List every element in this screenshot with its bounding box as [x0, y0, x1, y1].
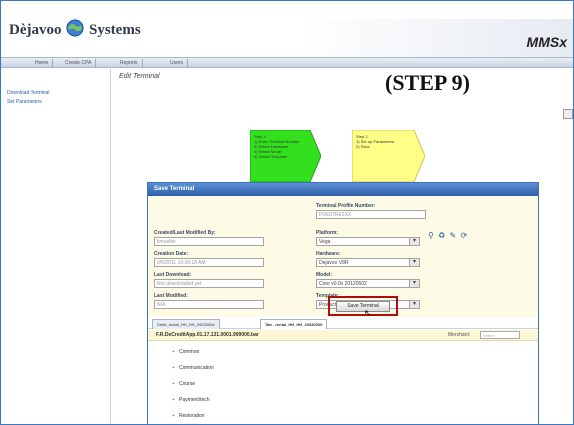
tree-item-label: Payment/tech — [179, 397, 210, 403]
last-download-input[interactable]: Not downloaded yet — [154, 279, 264, 288]
search-icon[interactable]: ⚲ — [428, 231, 435, 240]
sidebar-link-download[interactable]: Download Terminal — [7, 90, 110, 96]
tree-item-restoration[interactable]: + Restoration — [172, 413, 205, 419]
hardware-label: Hardware: — [316, 251, 341, 257]
model-select[interactable]: Core v0.0x 20120502 — [316, 279, 420, 288]
delete-icon[interactable]: ♻ — [438, 231, 446, 240]
tree-item-label: Communication — [179, 365, 214, 371]
nav-item-home[interactable]: Home — [31, 59, 54, 68]
creation-date-input[interactable]: 9/6/2011 10:30:18 AM — [154, 258, 264, 267]
wizard-step-2-text: Step 2 1) Set up Parameters 2) Save — [356, 134, 394, 149]
last-modified-field: Last Modified: N/A — [154, 293, 264, 309]
globe-icon — [66, 19, 84, 37]
tab-tab-rental[interactable]: Tab - rental_HH_HH_20030005 — [260, 319, 328, 329]
expand-icon[interactable]: + — [172, 397, 179, 403]
refresh-icon[interactable]: ⟳ — [460, 231, 468, 240]
nav-item-users[interactable]: Users — [166, 59, 189, 68]
edit-icon[interactable]: ✎ — [450, 231, 458, 240]
wizard-step-1-text: Step 1 1) Enter Terminal Number 2) Selec… — [254, 134, 300, 159]
terminal-number-input[interactable]: PDE07RE2XX — [316, 210, 426, 219]
tree-item-common[interactable]: + Common — [172, 349, 199, 355]
model-field: Model: Core v0.0x 20120502 — [316, 272, 420, 288]
hardware-field: Hardware: Dejavoo V8R — [316, 251, 420, 267]
step-annotation: (STEP 9) — [385, 70, 470, 95]
expand-icon[interactable]: + — [172, 381, 179, 387]
brand-label: MMSx — [526, 34, 567, 50]
created-by-field: Created/Last Modified By: kmueller — [154, 230, 264, 246]
expand-icon[interactable]: + — [172, 413, 179, 419]
file-tabs: Debit_rental_HH_HH_20030004 Tab - rental… — [148, 317, 538, 329]
platform-field: Platform: Vega — [316, 230, 420, 246]
tree-item-label: Restoration — [179, 413, 205, 419]
tab-debit-rental[interactable]: Debit_rental_HH_HH_20030004 — [152, 319, 220, 329]
merchant-label: Merchant: — [448, 332, 471, 338]
terminal-number-label: Terminal Profile Number: — [316, 203, 376, 209]
tree-item-payment[interactable]: + Payment/tech — [172, 397, 210, 403]
terminal-actions: ⚲ ♻ ✎ ⟳ — [428, 231, 468, 240]
save-terminal-panel: Save Terminal Terminal Profile Number: P… — [147, 182, 539, 424]
model-label: Model: — [316, 272, 333, 278]
wizard-step-1-line4: 4) Select Template — [254, 154, 288, 159]
wizard-step-2: Step 2 1) Set up Parameters 2) Save — [351, 129, 426, 183]
save-terminal-button[interactable]: Save Terminal — [336, 301, 390, 312]
page-title: Edit Terminal — [119, 73, 160, 80]
app-header: Dèjavoo Systems MMSx — [1, 1, 573, 57]
tree-item-course[interactable]: + Course — [172, 381, 195, 387]
last-download-field: Last Download: Not downloaded yet — [154, 272, 264, 288]
creation-date-label: Creation Date: — [154, 251, 189, 257]
file-row: F.R.DeCreditApp.01.17.131.0001.999000.ba… — [148, 330, 538, 341]
sidebar-link-parameters[interactable]: Set Parameters — [7, 99, 110, 105]
tree-item-communication[interactable]: + Communication — [172, 365, 214, 371]
logo-text-left: Dèjavoo — [9, 22, 62, 38]
expand-icon[interactable]: + — [172, 349, 179, 355]
creation-date-field: Creation Date: 9/6/2011 10:30:18 AM — [154, 251, 264, 267]
panel-title: Save Terminal — [148, 183, 538, 196]
file-name: F.R.DeCreditApp.01.17.131.0001.999000.ba… — [156, 332, 259, 338]
nav-item-reports[interactable]: Reports — [116, 59, 143, 68]
terminal-number-field: Terminal Profile Number: PDE07RE2XX — [316, 203, 426, 219]
logo-text-right: Systems — [89, 22, 141, 38]
platform-select[interactable]: Vega — [316, 237, 420, 246]
platform-label: Platform: — [316, 230, 338, 236]
top-nav: Home Create CPA Reports Users — [1, 57, 573, 68]
merchant-select[interactable]: Select — [480, 331, 520, 339]
sidebar: Download Terminal Set Parameters — [1, 69, 111, 424]
tree-item-label: Course — [179, 381, 196, 387]
app-window: Dèjavoo Systems MMSx Home Create CPA Rep… — [0, 0, 574, 425]
edge-button[interactable] — [563, 109, 573, 119]
created-by-label: Created/Last Modified By: — [154, 230, 216, 236]
last-modified-label: Last Modified: — [154, 293, 188, 299]
nav-item-create[interactable]: Create CPA — [61, 59, 97, 68]
wizard-step-1: Step 1 1) Enter Terminal Number 2) Selec… — [249, 129, 322, 183]
last-download-label: Last Download: — [154, 272, 192, 278]
last-modified-input[interactable]: N/A — [154, 300, 264, 309]
expand-icon[interactable]: + — [172, 365, 179, 371]
main-content: Edit Terminal (STEP 9) Step 1 1) Enter T… — [112, 69, 573, 424]
created-by-input[interactable]: kmueller — [154, 237, 264, 246]
save-highlight: Save Terminal ↖ — [328, 296, 398, 318]
dejavoo-logo: Dèjavoo Systems — [9, 19, 141, 39]
tree-item-label: Common — [179, 349, 200, 355]
hardware-select[interactable]: Dejavoo V8R — [316, 258, 420, 267]
wizard-step-2-line2: 2) Save — [356, 144, 370, 149]
